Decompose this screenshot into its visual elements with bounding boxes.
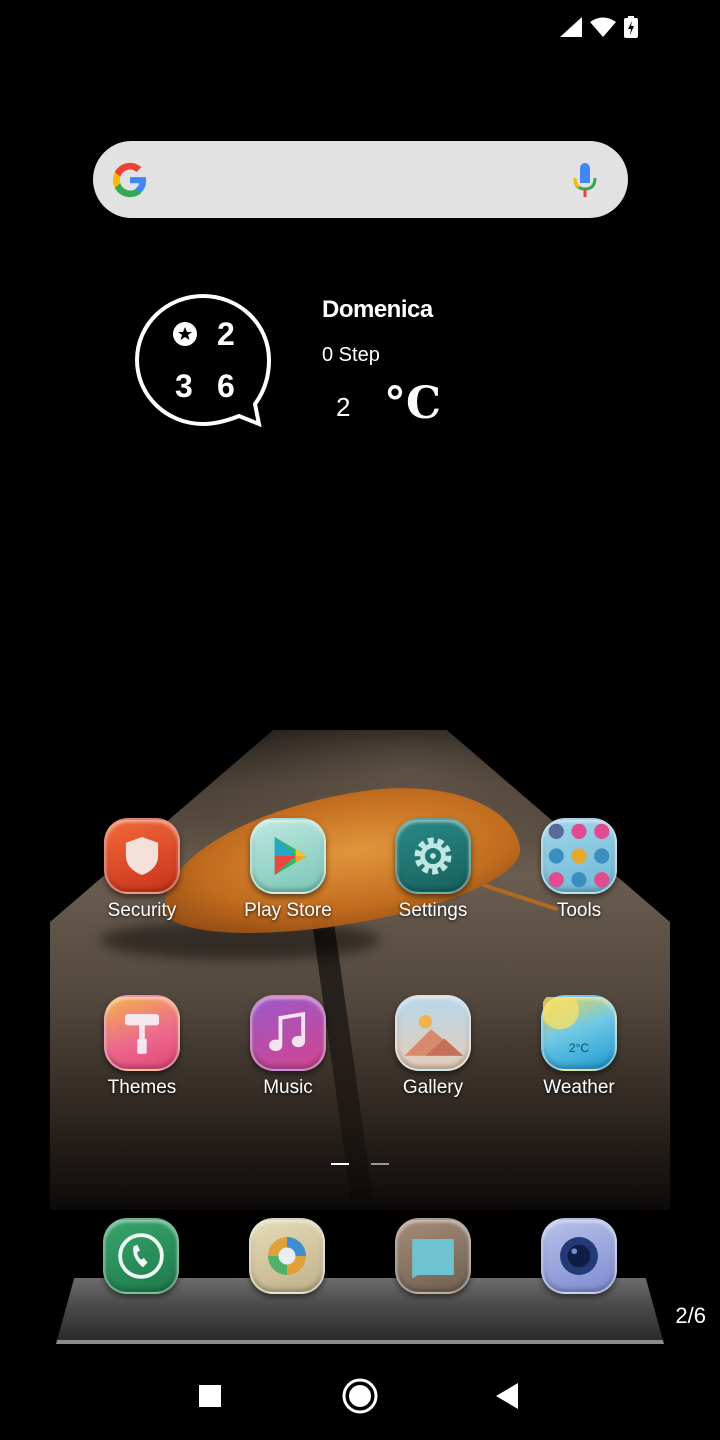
camera-icon (541, 1218, 617, 1294)
weather-badge: 2°C (568, 1041, 590, 1055)
clock-digit-1: 2 (217, 316, 235, 352)
dock-camera[interactable] (541, 1218, 617, 1294)
phone-icon (103, 1218, 179, 1294)
messages-icon (395, 1218, 471, 1294)
app-label: Tools (556, 900, 602, 921)
app-play-store[interactable]: Play Store (215, 818, 361, 922)
app-label: Music (263, 1077, 313, 1098)
day-label: Domenica (322, 296, 433, 323)
dock-phone[interactable] (103, 1218, 179, 1294)
dock-messages[interactable] (395, 1218, 471, 1294)
wifi-icon (590, 17, 616, 37)
clock-digit-3: 6 (217, 368, 235, 404)
clock-digit-2: 3 (175, 368, 193, 404)
app-settings[interactable]: Settings (360, 818, 506, 922)
play-store-icon (250, 818, 326, 894)
status-bar (0, 0, 720, 56)
page-indicator (331, 1163, 391, 1166)
weather-icon: 2°C (541, 995, 617, 1071)
clock-bubble-icon (134, 293, 272, 428)
page-dot-active[interactable] (331, 1163, 349, 1165)
home-button[interactable] (338, 1374, 382, 1418)
search-bar[interactable] (93, 141, 628, 218)
app-themes[interactable]: Themes (69, 995, 215, 1099)
app-gallery[interactable]: Gallery (360, 995, 506, 1099)
browser-icon (249, 1218, 325, 1294)
gallery-icon (395, 995, 471, 1071)
step-count: 0 Step (322, 344, 380, 366)
google-logo-icon (112, 162, 147, 198)
back-button[interactable] (484, 1374, 528, 1418)
app-label: Settings (398, 900, 468, 921)
app-label: Weather (543, 1077, 615, 1098)
shield-icon (104, 818, 180, 894)
gear-icon (395, 818, 471, 894)
app-music[interactable]: Music (215, 995, 361, 1099)
dock-browser[interactable] (249, 1218, 325, 1294)
music-note-icon (250, 995, 326, 1071)
app-label: Themes (107, 1077, 177, 1098)
temperature-unit: °C (384, 378, 442, 429)
app-label: Security (107, 900, 177, 921)
page-counter: 2/6 (675, 1303, 706, 1328)
widget-info: Domenica 0 Step 2 °C (322, 296, 441, 429)
temperature-value: 2 (336, 392, 351, 422)
clock-widget[interactable]: 2 3 6 (133, 292, 273, 432)
page-dot[interactable] (371, 1163, 389, 1165)
mic-icon[interactable] (572, 163, 598, 197)
tools-folder-icon (541, 818, 617, 894)
app-security[interactable]: Security (69, 818, 215, 922)
recents-button[interactable] (188, 1374, 232, 1418)
paint-roller-icon (104, 995, 180, 1071)
app-weather[interactable]: 2°C Weather (506, 995, 652, 1099)
battery-charging-icon (624, 16, 638, 38)
app-tools[interactable]: Tools (506, 818, 652, 922)
app-label: Play Store (244, 900, 332, 921)
status-icons (560, 16, 638, 38)
signal-icon (560, 17, 582, 37)
app-label: Gallery (402, 1077, 464, 1098)
navigation-bar (0, 1350, 720, 1440)
